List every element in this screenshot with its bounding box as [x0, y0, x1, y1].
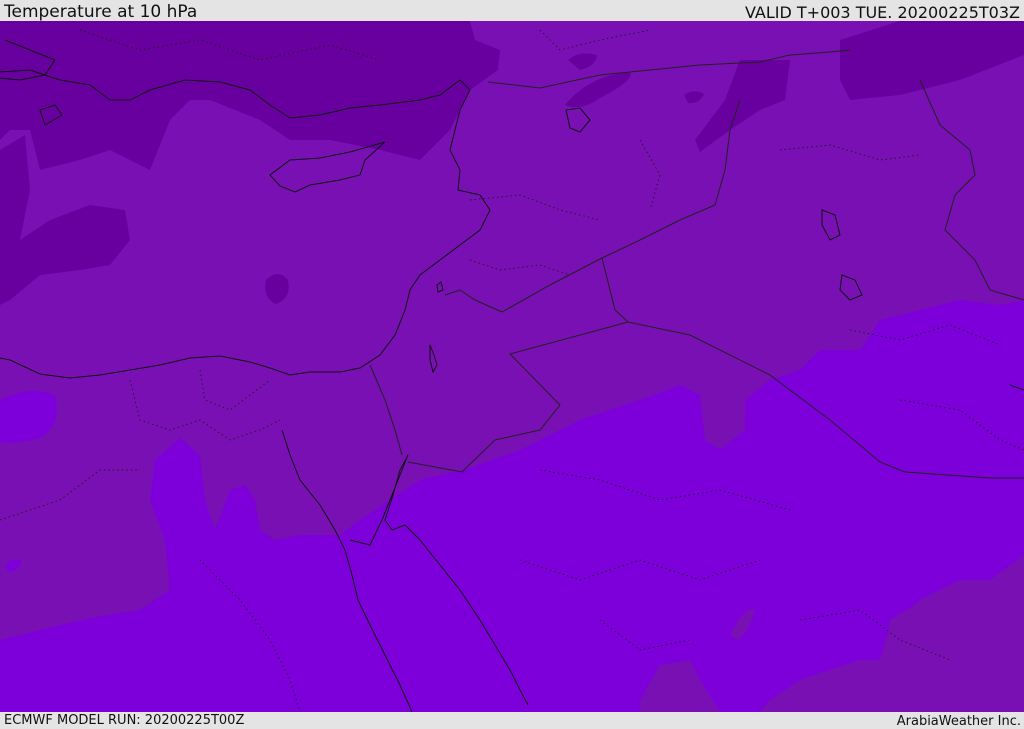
footer-bar: ECMWF MODEL RUN: 20200225T00Z ArabiaWeat…: [0, 712, 1024, 729]
valid-time: VALID T+003 TUE. 20200225T03Z: [744, 3, 1020, 22]
map-title: Temperature at 10 hPa: [4, 2, 198, 22]
model-run-label: ECMWF MODEL RUN: 20200225T00Z: [4, 713, 245, 728]
map-page: Temperature at 10 hPa VALID T+003 TUE. 2…: [0, 0, 1024, 729]
credit-label: ArabiaWeather Inc.: [896, 714, 1021, 729]
header-bar: Temperature at 10 hPa VALID T+003 TUE. 2…: [0, 0, 1024, 22]
temperature-map: [0, 21, 1024, 712]
